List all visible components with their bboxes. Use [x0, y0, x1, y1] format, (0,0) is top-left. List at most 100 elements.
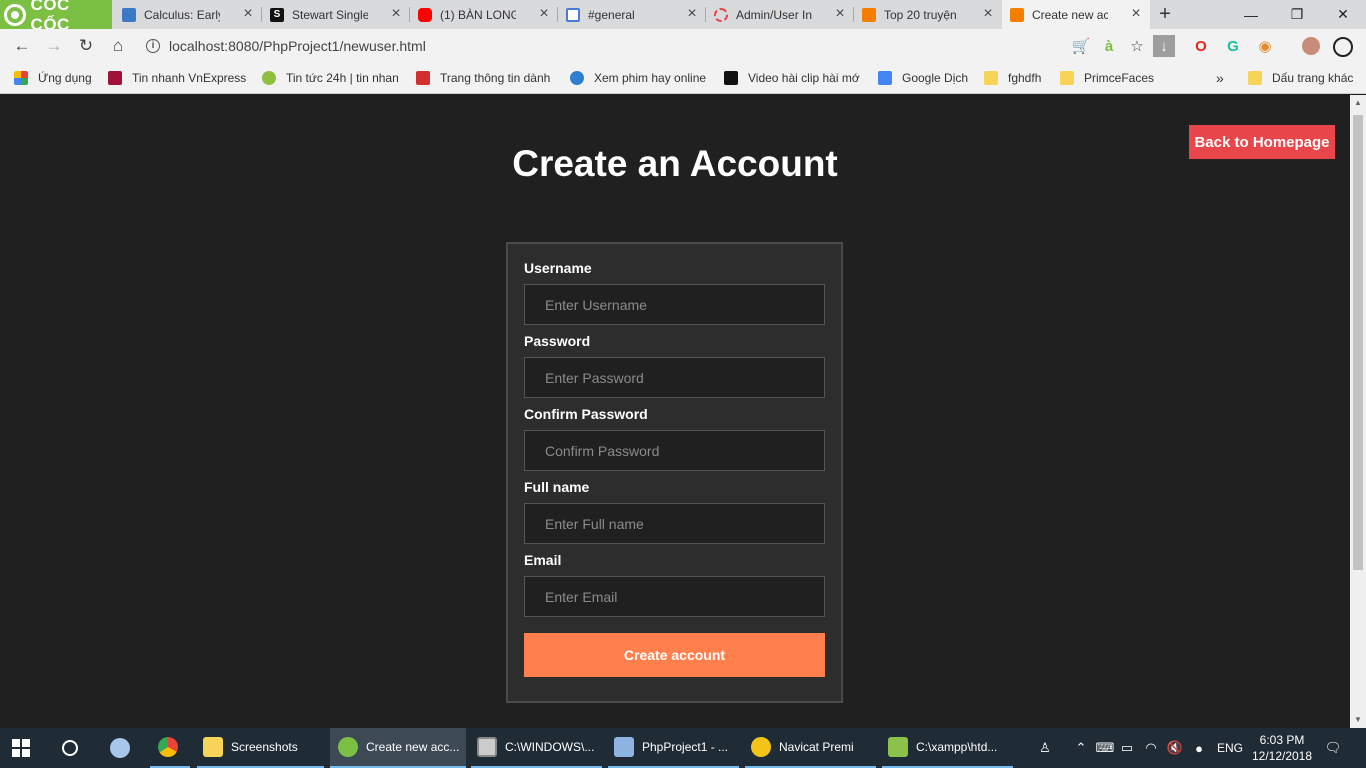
- confirm-password-input[interactable]: [524, 430, 825, 471]
- bookmark-label: Ứng dụng: [38, 71, 92, 85]
- tab-youtube[interactable]: (1) BÀN LONG - T ×: [410, 0, 558, 29]
- clip-icon: [724, 71, 738, 85]
- profile-circle-icon[interactable]: [1333, 37, 1353, 57]
- bookmark-folder-fghdfh[interactable]: fghdfh: [984, 70, 1041, 86]
- close-icon[interactable]: ×: [536, 6, 552, 22]
- taskbar-cmd[interactable]: C:\WINDOWS\...: [471, 728, 602, 768]
- browser-toolbar: ← → ↻ ⌂ i localhost:8080/PhpProject1/new…: [0, 29, 1366, 63]
- coccoc-icon: [338, 737, 358, 757]
- tab-admin[interactable]: Admin/User Inte ×: [706, 0, 854, 29]
- tab-title: Stewart Single V: [292, 7, 368, 22]
- bookmarks-overflow-button[interactable]: »: [1216, 70, 1224, 86]
- close-icon[interactable]: ×: [240, 6, 256, 22]
- keyboard-icon[interactable]: ⌨: [1096, 738, 1115, 758]
- avatar[interactable]: [1302, 37, 1320, 55]
- bookmark-folder-primcefaces[interactable]: PrimceFaces: [1060, 70, 1154, 86]
- taskbar-notepad[interactable]: C:\xampp\htd...: [882, 728, 1013, 768]
- restore-button[interactable]: ❐: [1274, 0, 1320, 29]
- tab-calculus[interactable]: Calculus: Early Tr ×: [114, 0, 262, 29]
- start-button[interactable]: [12, 728, 36, 768]
- scroll-up-icon[interactable]: ▲: [1350, 95, 1366, 111]
- minimize-button[interactable]: —: [1228, 0, 1274, 29]
- notifications-icon[interactable]: 🗨: [1324, 738, 1342, 758]
- bookmark-label: Tin tức 24h | tin nhan: [286, 71, 398, 85]
- tab-top20[interactable]: Top 20 truyện tiê ×: [854, 0, 1002, 29]
- bookmark-label: Tin nhanh VnExpress: [132, 71, 246, 85]
- folder-icon: [1060, 71, 1074, 85]
- bookmark-videohai[interactable]: Video hài clip hài mớ: [724, 70, 860, 86]
- people-icon[interactable]: ♙: [1036, 738, 1054, 758]
- taskbar-browser-window[interactable]: Create new acc...: [330, 728, 466, 768]
- new-tab-button[interactable]: +: [1155, 3, 1175, 26]
- info-icon[interactable]: i: [146, 39, 160, 53]
- taskbar-netbeans[interactable]: PhpProject1 - ...: [608, 728, 739, 768]
- close-icon[interactable]: ×: [980, 6, 996, 22]
- close-window-button[interactable]: ✕: [1320, 0, 1366, 29]
- tab-create-account[interactable]: Create new acco ×: [1002, 0, 1150, 29]
- battery-icon[interactable]: ▭: [1118, 738, 1136, 758]
- bookmark-tintuc24h[interactable]: Tin tức 24h | tin nhan: [262, 70, 398, 86]
- home-button[interactable]: ⌂: [106, 35, 130, 57]
- close-icon[interactable]: ×: [388, 6, 404, 22]
- bookmark-label: Google Dịch: [902, 71, 969, 85]
- taskbar-label: C:\WINDOWS\...: [505, 740, 595, 754]
- page-scrollbar[interactable]: ▲ ▼: [1350, 95, 1366, 728]
- bookmark-label: Xem phim hay online: [594, 71, 707, 85]
- cortana-icon: [62, 740, 78, 756]
- bookmark-star-icon[interactable]: ☆: [1128, 37, 1146, 55]
- bookmark-label: Video hài clip hài mớ: [748, 71, 860, 85]
- bookmark-other[interactable]: Dấu trang khác: [1248, 70, 1353, 86]
- back-button[interactable]: ←: [10, 35, 34, 57]
- scroll-thumb[interactable]: [1353, 115, 1363, 570]
- download-icon[interactable]: ↓: [1153, 35, 1175, 57]
- coccoc-logo-icon: [4, 3, 26, 26]
- scroll-down-icon[interactable]: ▼: [1350, 712, 1366, 728]
- bookmark-xemphim[interactable]: Xem phim hay online: [570, 70, 708, 86]
- chevron-up-icon[interactable]: ⌃: [1072, 738, 1090, 758]
- close-icon[interactable]: ×: [1128, 6, 1144, 22]
- tab-title: (1) BÀN LONG - T: [440, 7, 516, 22]
- forward-button[interactable]: →: [42, 35, 66, 57]
- system-clock[interactable]: 6:03 PM 12/12/2018: [1248, 732, 1316, 764]
- full-name-input[interactable]: [524, 503, 825, 544]
- vietnamese-input-icon[interactable]: à: [1100, 37, 1118, 55]
- tab-general[interactable]: #general ×: [558, 0, 706, 29]
- create-account-button[interactable]: Create account: [524, 633, 825, 677]
- browser-logo[interactable]: CỐC CỐC: [0, 0, 112, 34]
- taskbar-chrome-app[interactable]: [150, 728, 190, 768]
- wifi-icon[interactable]: ◠: [1142, 738, 1160, 758]
- globe-icon: [570, 71, 584, 85]
- password-input[interactable]: [524, 357, 825, 398]
- grammarly-icon[interactable]: G: [1224, 37, 1242, 55]
- opera-icon[interactable]: O: [1192, 37, 1210, 55]
- clock-icon: [262, 71, 276, 85]
- address-bar[interactable]: i localhost:8080/PhpProject1/newuser.htm…: [140, 32, 1180, 60]
- tab-stewart[interactable]: S Stewart Single V ×: [262, 0, 410, 29]
- email-input[interactable]: [524, 576, 825, 617]
- cart-icon[interactable]: 🛒: [1072, 37, 1091, 55]
- bookmark-google-translate[interactable]: Google Dịch: [878, 70, 968, 86]
- taskbar-screenshots[interactable]: Screenshots: [197, 728, 324, 768]
- folder-icon: [984, 71, 998, 85]
- loading-icon: [714, 7, 728, 22]
- search-button[interactable]: [62, 728, 82, 768]
- taskbar-label: PhpProject1 - ...: [642, 740, 729, 754]
- username-input[interactable]: [524, 284, 825, 325]
- close-icon[interactable]: ×: [832, 6, 848, 22]
- bookmark-label: PrimceFaces: [1084, 71, 1155, 85]
- bookmark-apps[interactable]: Ứng dụng: [14, 70, 92, 86]
- language-indicator[interactable]: ENG: [1216, 738, 1244, 758]
- clock-time: 6:03 PM: [1259, 733, 1305, 747]
- extension-icon[interactable]: ◉: [1256, 37, 1274, 55]
- close-icon[interactable]: ×: [684, 6, 700, 22]
- reload-button[interactable]: ↻: [74, 35, 98, 57]
- book-icon: [122, 7, 136, 22]
- taskbar-navicat[interactable]: Navicat Premi: [745, 728, 876, 768]
- bookmark-trangthongtin[interactable]: Trang thông tin dành: [416, 70, 552, 86]
- volume-mute-icon[interactable]: 🔇: [1166, 738, 1184, 758]
- taskbar-paint-app[interactable]: [110, 728, 138, 768]
- email-label: Email: [524, 552, 562, 568]
- chat-icon: [566, 7, 580, 22]
- bookmark-vnexpress[interactable]: Tin nhanh VnExpress: [108, 70, 246, 86]
- weather-icon[interactable]: ●: [1190, 738, 1208, 758]
